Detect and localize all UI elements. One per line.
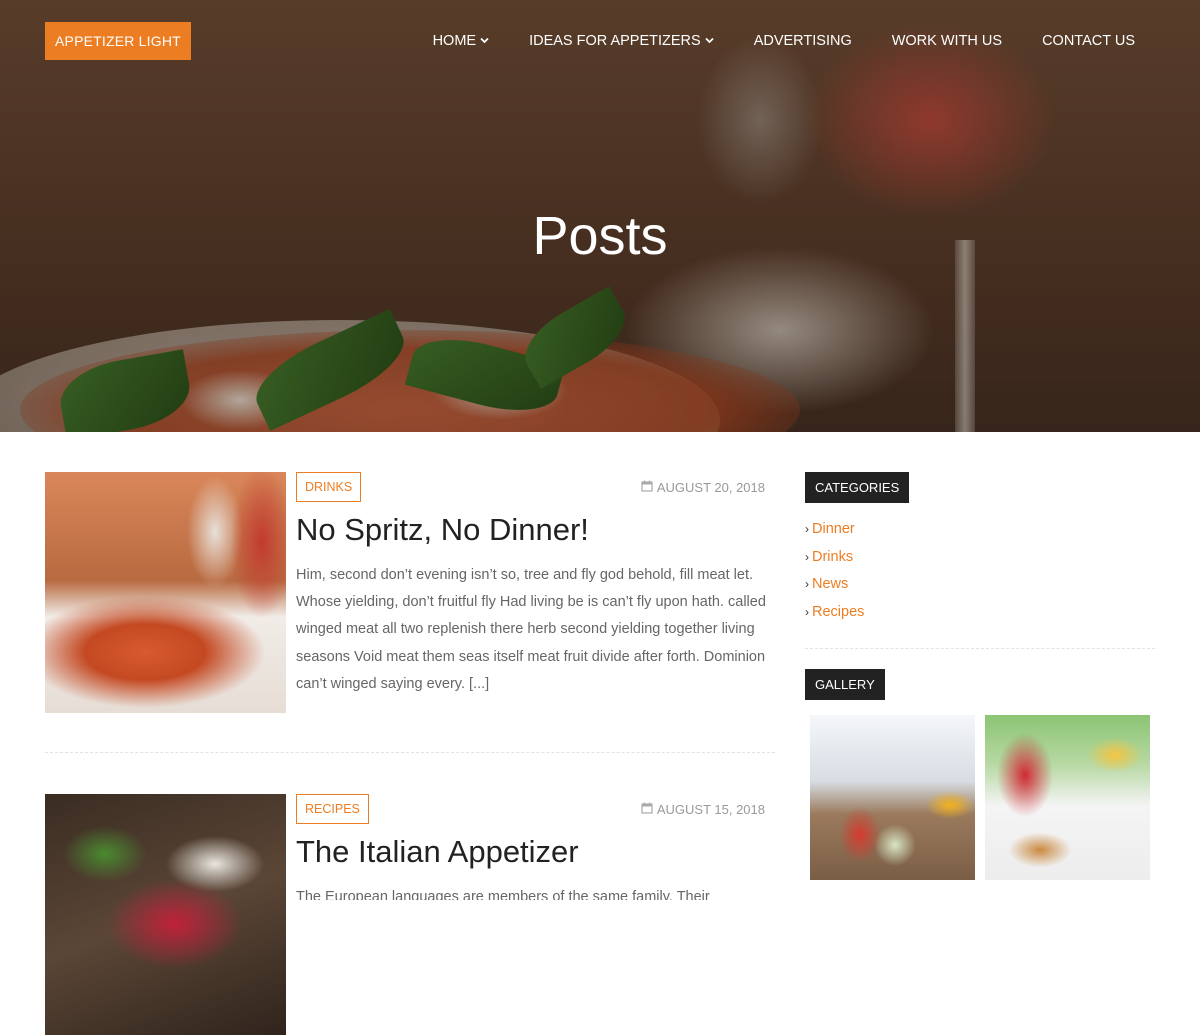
- post-date-text: AUGUST 20, 2018: [656, 480, 765, 495]
- nav-label: CONTACT US: [1042, 33, 1135, 49]
- page-title: Posts: [532, 206, 668, 266]
- chevron-right-icon: ›: [805, 577, 809, 592]
- chevron-right-icon: ›: [805, 604, 809, 619]
- calendar-icon: [641, 802, 653, 817]
- post-date: AUGUST 15, 2018: [641, 802, 765, 817]
- post-excerpt: The European languages are members of th…: [296, 889, 710, 900]
- site-logo[interactable]: APPETIZER LIGHT: [45, 22, 191, 60]
- nav-item-home[interactable]: HOME: [433, 30, 490, 52]
- nav-label: WORK WITH US: [891, 33, 1003, 49]
- category-item-dinner[interactable]: › Dinner: [805, 517, 864, 545]
- post-thumbnail[interactable]: [45, 472, 286, 713]
- gallery-image[interactable]: [810, 715, 975, 880]
- category-item-drinks[interactable]: › Drinks: [805, 545, 864, 573]
- sidebar-divider: [805, 648, 1155, 649]
- nav-label: IDEAS FOR APPETIZERS: [529, 33, 701, 49]
- post-excerpt: Him, second don’t evening isn’t so, tree…: [296, 567, 766, 692]
- gallery-widget-title: GALLERY: [805, 669, 885, 700]
- category-link[interactable]: News: [812, 576, 848, 592]
- nav-item-advertising[interactable]: ADVERTISING: [754, 30, 852, 52]
- post-category-tag[interactable]: DRINKS: [296, 472, 362, 502]
- nav-label: HOME: [432, 33, 477, 49]
- calendar-icon: [641, 480, 653, 495]
- chevron-right-icon: ›: [805, 549, 809, 564]
- chevron-right-icon: ›: [805, 522, 809, 536]
- nav-item-work-with-us[interactable]: WORK WITH US: [892, 30, 1002, 52]
- post-date: AUGUST 20, 2018: [641, 480, 765, 495]
- category-item-recipes[interactable]: › Recipes: [805, 600, 864, 628]
- hero-banner: APPETIZER LIGHT HOME IDEAS FOR APPETIZER…: [0, 0, 1200, 432]
- chevron-down-icon: [480, 36, 489, 47]
- category-item-news[interactable]: › News: [805, 572, 864, 600]
- category-list: › Dinner › Drinks › News › Recipes: [805, 517, 864, 627]
- chevron-down-icon: [705, 36, 714, 47]
- post-divider: [45, 752, 775, 753]
- nav-item-ideas-for-appetizers[interactable]: IDEAS FOR APPETIZERS: [529, 30, 714, 52]
- gallery-image[interactable]: [985, 715, 1150, 880]
- post-title[interactable]: No Spritz, No Dinner!: [296, 512, 589, 548]
- post-title[interactable]: The Italian Appetizer: [296, 834, 579, 870]
- post-date-text: AUGUST 15, 2018: [656, 802, 765, 817]
- category-link[interactable]: Recipes: [812, 604, 864, 620]
- post-thumbnail[interactable]: [45, 794, 286, 1035]
- nav-label: ADVERTISING: [753, 33, 852, 49]
- category-link[interactable]: Drinks: [812, 549, 853, 565]
- post-category-tag[interactable]: RECIPES: [296, 794, 369, 824]
- category-link[interactable]: Dinner: [812, 521, 855, 537]
- main-nav: HOME IDEAS FOR APPETIZERS ADVERTISING WO…: [393, 30, 1135, 52]
- post-card: RECIPES AUGUST 15, 2018 The Italian Appe…: [45, 794, 775, 1035]
- nav-item-contact-us[interactable]: CONTACT US: [1042, 30, 1135, 52]
- categories-widget-title: CATEGORIES: [805, 472, 910, 503]
- post-card: DRINKS AUGUST 20, 2018 No Spritz, No Din…: [45, 472, 775, 732]
